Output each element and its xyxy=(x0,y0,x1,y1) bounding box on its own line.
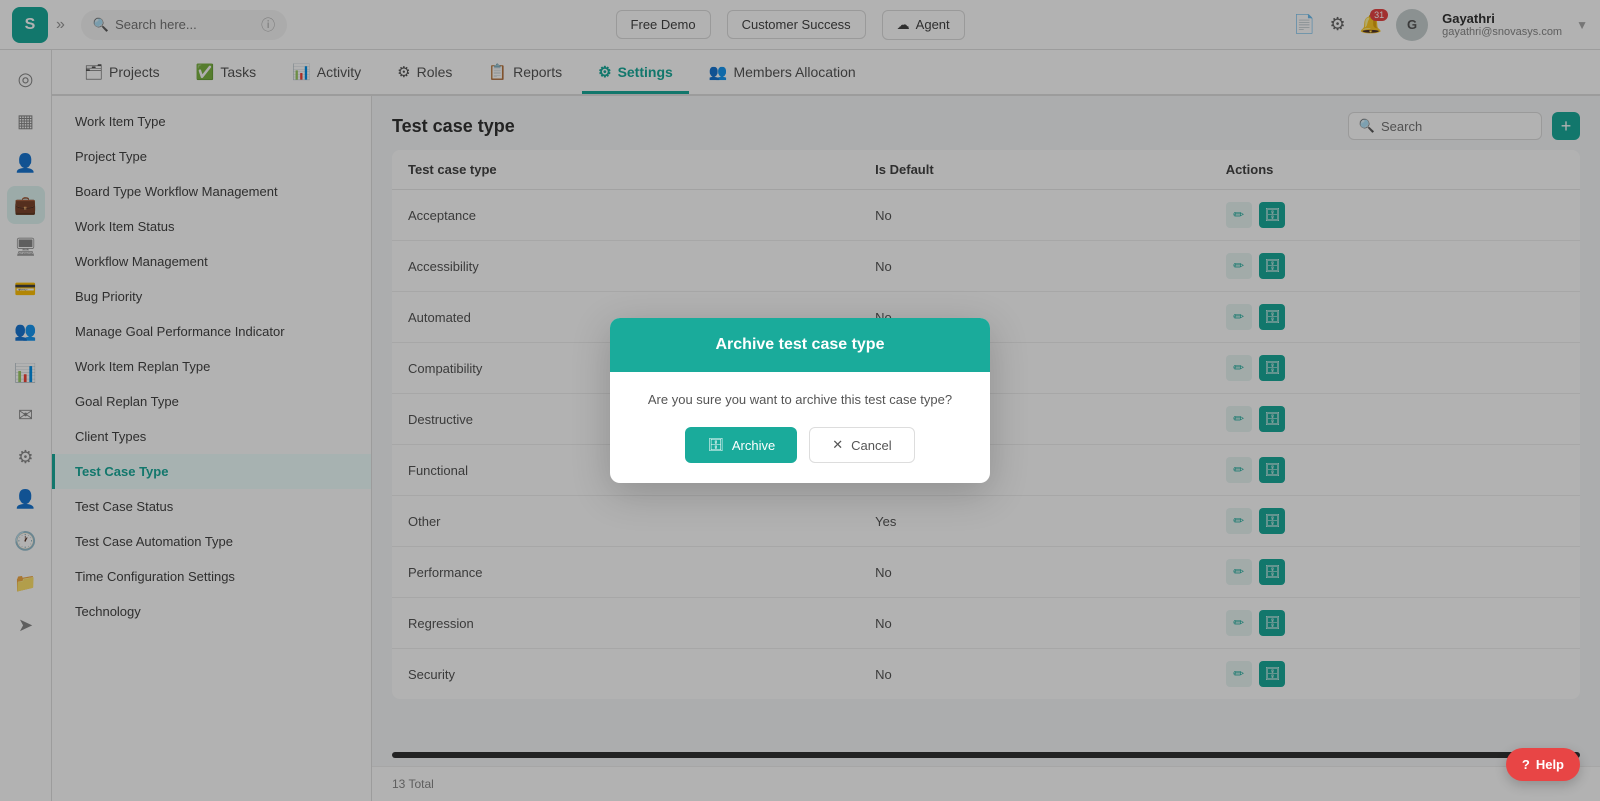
modal-header: Archive test case type xyxy=(610,318,990,372)
modal-actions: 🗄 Archive ✕ Cancel xyxy=(610,427,990,483)
help-button[interactable]: ? Help xyxy=(1506,748,1580,781)
cancel-icon: ✕ xyxy=(832,437,843,453)
modal-message: Are you sure you want to archive this te… xyxy=(648,392,952,407)
confirm-archive-button[interactable]: 🗄 Archive xyxy=(685,427,797,463)
archive-modal: Archive test case type Are you sure you … xyxy=(610,318,990,483)
modal-overlay[interactable]: Archive test case type Are you sure you … xyxy=(0,0,1600,801)
archive-icon: 🗄 xyxy=(707,437,724,453)
cancel-button[interactable]: ✕ Cancel xyxy=(809,427,914,463)
help-icon: ? xyxy=(1522,757,1530,772)
modal-title: Archive test case type xyxy=(716,336,885,353)
modal-body: Are you sure you want to archive this te… xyxy=(610,372,990,427)
